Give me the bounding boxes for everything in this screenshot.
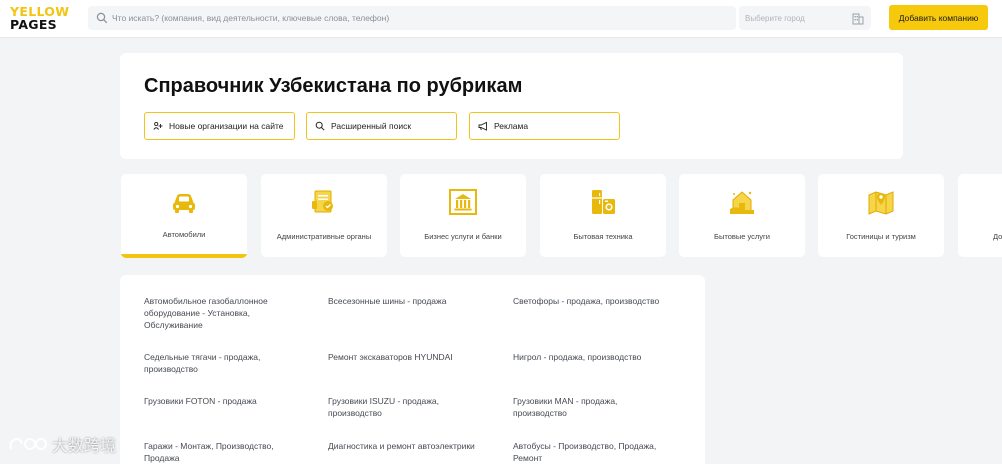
city-selector[interactable] (739, 6, 871, 30)
advanced-search-label: Расширенный поиск (331, 121, 412, 131)
page-title: Справочник Узбекистана по рубрикам (144, 75, 523, 97)
city-input[interactable] (745, 6, 845, 30)
search-icon (315, 121, 325, 131)
logo-line-2: PAGES (10, 17, 57, 32)
subcategory-link[interactable]: Всесезонные шины - продажа (328, 295, 488, 307)
subcategory-link[interactable]: Светофоры - продажа, производство (513, 295, 683, 307)
subcategory-link[interactable]: Грузовики ISUZU - продажа, производство (328, 395, 458, 419)
subcategory-link[interactable]: Автомобильное газобаллонное оборудование… (144, 295, 304, 331)
advanced-search-button[interactable]: Расширенный поиск (306, 112, 457, 140)
subcategory-link[interactable]: Нигрол - продажа, производство (513, 351, 683, 363)
category-business-banks[interactable]: Бизнес услуги и банки (400, 174, 526, 257)
subcategory-link[interactable]: Грузовики FOTON - продажа (144, 395, 304, 407)
subcategory-link[interactable]: Диагностика и ремонт автоэлектрики (328, 440, 498, 452)
search-icon (96, 12, 108, 24)
category-hotels-tourism[interactable]: Гостиницы и туризм (818, 174, 944, 257)
yellow-pages-logo[interactable]: YELLOW PAGES (10, 5, 69, 31)
subcategory-link[interactable]: Автобусы - Производство, Продажа, Ремонт (513, 440, 673, 464)
subcategory-link[interactable]: Грузовики MAN - продажа, производство (513, 395, 643, 419)
new-organizations-label: Новые организации на сайте (169, 121, 284, 131)
appliances-icon (592, 190, 615, 214)
category-label: Бытовая техника (573, 232, 633, 241)
city-building-icon[interactable] (851, 11, 865, 25)
watermark-text: 大数跨境 (52, 436, 117, 455)
category-label: Бизнес услуги и банки (424, 232, 502, 241)
category-administrative[interactable]: Административные органы (261, 174, 387, 257)
category-label: Бытовые услуги (714, 232, 770, 241)
category-appliances[interactable]: Бытовая техника (540, 174, 666, 257)
search-input[interactable] (112, 6, 722, 30)
admin-document-icon (312, 190, 333, 213)
category-household-services[interactable]: Бытовые услуги (679, 174, 805, 257)
subcategory-link[interactable]: Седельные тягачи - продажа, производство (144, 351, 304, 375)
watermark-logo-icon (9, 437, 47, 450)
map-location-icon (868, 191, 894, 215)
advertising-label: Реклама (494, 121, 529, 131)
category-partial[interactable]: До (958, 174, 1002, 257)
subcategory-link[interactable]: Гаражи - Монтаж, Производство, Продажа (144, 440, 304, 464)
new-orgs-icon (153, 121, 163, 130)
category-label: Автомобили (162, 230, 206, 239)
bank-icon (449, 189, 477, 215)
search-bar (88, 6, 736, 30)
household-services-icon (730, 191, 754, 214)
subcategory-panel: Автомобильное газобаллонное оборудование… (120, 275, 705, 464)
category-label: Гостиницы и туризм (846, 232, 916, 241)
add-company-button[interactable]: Добавить компанию (889, 5, 988, 30)
megaphone-icon (478, 121, 487, 131)
hero-card: Справочник Узбекистана по рубрикам Новые… (120, 53, 903, 159)
watermark: 大数跨境 (8, 432, 116, 456)
category-cars[interactable]: Автомобили (121, 174, 247, 258)
advertising-button[interactable]: Реклама (469, 112, 620, 140)
category-label: Административные органы (276, 232, 372, 241)
category-label: До (993, 232, 1002, 241)
car-icon (173, 194, 195, 213)
subcategory-link[interactable]: Ремонт экскаваторов HYUNDAI (328, 351, 488, 363)
new-organizations-button[interactable]: Новые организации на сайте (144, 112, 295, 140)
top-header: YELLOW PAGES Добавить компанию (0, 0, 1002, 38)
